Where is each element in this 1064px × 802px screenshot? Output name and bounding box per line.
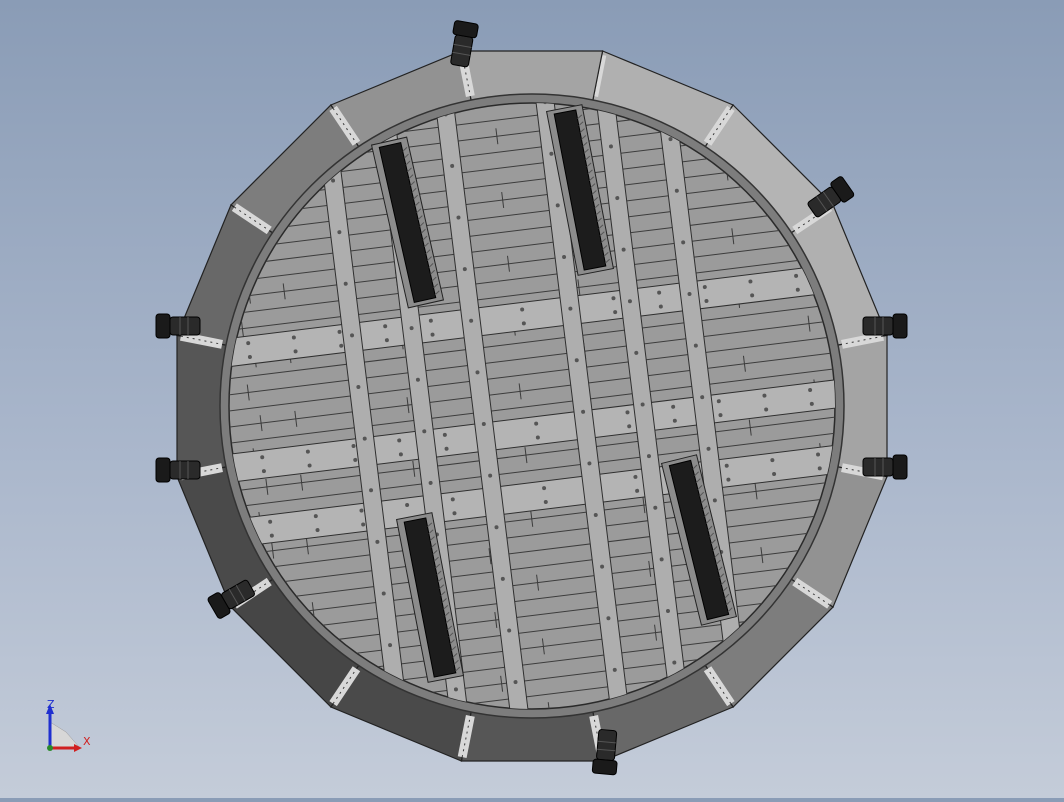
shell-segment xyxy=(837,334,888,478)
plank-joint xyxy=(236,160,240,177)
nozzle-flange xyxy=(155,313,171,339)
x-axis-label: X xyxy=(83,735,91,748)
triad-plane xyxy=(49,721,81,749)
plank-joint xyxy=(282,670,286,687)
plank-joint xyxy=(224,129,226,145)
nozzle-pipe xyxy=(169,316,201,336)
plank-joint xyxy=(837,635,839,651)
model-view[interactable]: Z X xyxy=(0,0,1064,798)
plank-joint xyxy=(289,734,291,750)
nozzle-flange xyxy=(591,758,618,776)
plank-joint xyxy=(790,124,794,141)
plank-joint xyxy=(275,703,279,709)
plank-joint xyxy=(324,730,326,746)
nozzle-flange xyxy=(155,457,171,483)
nozzle xyxy=(155,313,201,339)
nozzle xyxy=(155,457,201,483)
graphics-viewport[interactable]: Z X xyxy=(0,0,1064,798)
nozzle xyxy=(862,313,908,339)
nozzle-pipe xyxy=(169,460,201,480)
plank-joint xyxy=(785,61,787,77)
axis-triad: Z X xyxy=(46,698,91,752)
nozzle-pipe xyxy=(862,457,894,477)
nozzle xyxy=(862,454,908,480)
plank-joint xyxy=(772,674,775,691)
nozzle-pipe xyxy=(596,729,618,762)
shell-segment xyxy=(460,50,604,101)
nozzle-pipe xyxy=(862,316,894,336)
shell-segment xyxy=(460,711,604,762)
nozzle-flange xyxy=(892,313,908,339)
shell-segment xyxy=(176,334,227,478)
x-axis-arrow-icon xyxy=(74,744,82,752)
nozzle-flange xyxy=(892,454,908,480)
z-axis-label: Z xyxy=(47,698,55,711)
triad-origin xyxy=(47,745,53,751)
